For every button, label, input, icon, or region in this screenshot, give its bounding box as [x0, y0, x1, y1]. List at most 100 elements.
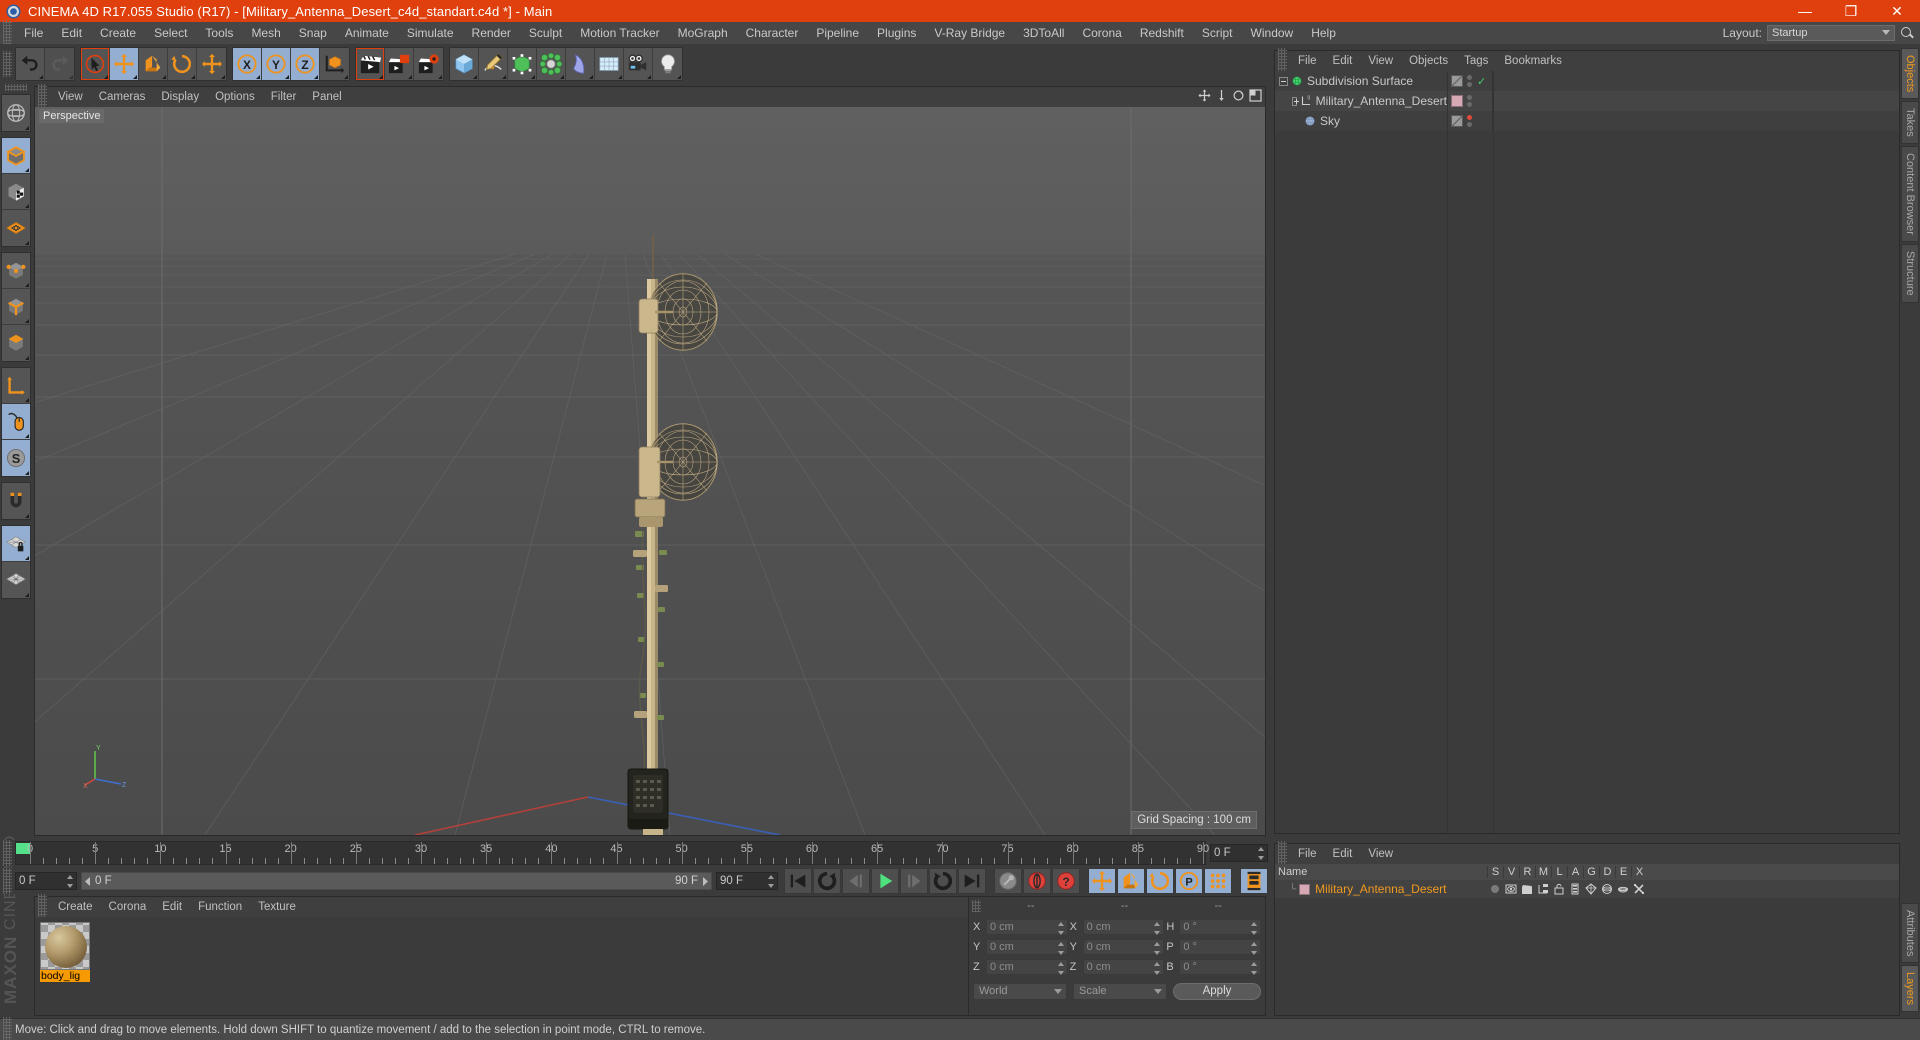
menu-item-3dtoall[interactable]: 3DToAll [1014, 22, 1073, 44]
coordinate-size-y-field[interactable]: 0 cm [1082, 939, 1165, 955]
spinner-icon[interactable] [1251, 922, 1258, 935]
viewport-canvas[interactable]: Perspective Grid Spacing: 100 cm Y X Z [35, 107, 1265, 835]
menu-item-view[interactable]: View [1360, 51, 1401, 71]
go-to-start-button[interactable] [784, 868, 812, 894]
workplane-button[interactable] [2, 562, 30, 598]
scene-environment-button[interactable] [595, 48, 624, 80]
xpresso-x-icon[interactable] [1631, 883, 1647, 895]
menu-item-snap[interactable]: Snap [290, 22, 336, 44]
apply-button[interactable]: Apply [1173, 982, 1261, 1000]
menu-item-mesh[interactable]: Mesh [242, 22, 289, 44]
object-row[interactable]: Subdivision Surface ✓ [1275, 71, 1899, 91]
rail-tab-structure[interactable]: Structure [1901, 243, 1919, 303]
render-settings[interactable] [414, 48, 443, 80]
autokey-button[interactable] [994, 868, 1022, 894]
search-icon[interactable] [1900, 26, 1914, 40]
menu-item-create[interactable]: Create [91, 22, 145, 44]
spinner-icon[interactable] [1154, 962, 1161, 975]
object-tag[interactable] [1451, 75, 1463, 87]
layers-column-e[interactable]: E [1615, 866, 1631, 878]
lock-y-axis[interactable]: Y [262, 48, 291, 80]
spinner-icon[interactable] [1057, 962, 1065, 975]
menu-item-help[interactable]: Help [1302, 22, 1345, 44]
spinner-icon[interactable] [1251, 942, 1258, 955]
menu-item-tags[interactable]: Tags [1456, 51, 1496, 71]
object-dots[interactable] [1466, 115, 1472, 127]
coordinates-grip[interactable] [972, 900, 981, 912]
polygons-mode-button[interactable] [2, 325, 30, 361]
menu-item-window[interactable]: Window [1242, 22, 1303, 44]
deformers-button[interactable] [566, 48, 595, 80]
menu-item-objects[interactable]: Objects [1401, 51, 1456, 71]
layers-column-d[interactable]: D [1599, 866, 1615, 878]
toolbar-grip-handle[interactable] [3, 51, 12, 77]
coordinate-rotation-b-field[interactable]: 0 ° [1179, 959, 1262, 975]
menu-item-display[interactable]: Display [153, 87, 207, 107]
range-right-arrow-icon[interactable] [701, 876, 709, 886]
menu-item-mograph[interactable]: MoGraph [669, 22, 737, 44]
keyframe-selection-button[interactable]: ? [1052, 868, 1080, 894]
menu-item-corona[interactable]: Corona [101, 897, 155, 917]
menu-item-edit[interactable]: Edit [1325, 51, 1361, 71]
menu-item-function[interactable]: Function [190, 897, 250, 917]
mograph-button[interactable] [537, 48, 566, 80]
menu-item-bookmarks[interactable]: Bookmarks [1496, 51, 1570, 71]
coordinate-system-select[interactable]: World [973, 982, 1067, 1000]
range-left-arrow-icon[interactable] [84, 876, 92, 886]
lock-open-icon[interactable] [1551, 883, 1567, 895]
record-position-button[interactable] [1088, 868, 1116, 894]
undo-button[interactable] [16, 48, 45, 80]
go-to-end-button[interactable] [958, 868, 986, 894]
menu-item-edit[interactable]: Edit [52, 22, 91, 44]
move-tool[interactable] [110, 48, 139, 80]
spinner-icon[interactable] [1154, 942, 1161, 955]
timeline-ruler[interactable]: 051015202530354045505560657075808590 [15, 841, 1209, 865]
coordinate-rotation-p-field[interactable]: 0 ° [1179, 939, 1262, 955]
enabled-check-icon[interactable]: ✓ [1477, 75, 1486, 88]
menu-item-simulate[interactable]: Simulate [398, 22, 463, 44]
layers-column-g[interactable]: G [1583, 866, 1599, 878]
model-mode-button[interactable] [2, 138, 30, 174]
record-pla-button[interactable]: P [1175, 868, 1203, 894]
coordinate-size-x-field[interactable]: 0 cm [1082, 919, 1165, 935]
layers-column-a[interactable]: A [1567, 866, 1583, 878]
object-axis-button[interactable] [2, 368, 30, 404]
redo-button[interactable] [45, 48, 74, 80]
spline-pen-button[interactable] [479, 48, 508, 80]
menu-item-edit[interactable]: Edit [1325, 844, 1361, 864]
render-view-button[interactable] [356, 48, 385, 80]
menu-item-corona[interactable]: Corona [1073, 22, 1130, 44]
transport-grip-handle[interactable] [3, 868, 12, 894]
pan-icon[interactable] [1198, 89, 1211, 102]
viewport-solo-button[interactable] [2, 404, 30, 440]
layer-row[interactable]: └ Military_Antenna_Desert [1275, 880, 1899, 898]
expand-expander[interactable] [1292, 96, 1299, 106]
collapse-expander[interactable] [1279, 76, 1288, 86]
menu-grip-handle[interactable] [3, 20, 12, 46]
layer-color-swatch[interactable] [1299, 883, 1311, 895]
max-frame-field[interactable]: 90 F [716, 872, 778, 890]
rail-tab-layers[interactable]: Layers [1901, 964, 1919, 1012]
coordinate-mode-select[interactable]: Scale [1073, 982, 1167, 1000]
solo-dot-icon[interactable] [1487, 883, 1503, 895]
rail-tab-content-browser[interactable]: Content Browser [1901, 146, 1919, 242]
rail-tab-attributes[interactable]: Attributes [1901, 902, 1919, 963]
menu-item-tools[interactable]: Tools [196, 22, 242, 44]
enable-snapping-button[interactable] [2, 483, 30, 519]
play-button[interactable] [871, 868, 899, 894]
layers-column-l[interactable]: L [1551, 866, 1567, 878]
menu-item-file[interactable]: File [1290, 844, 1325, 864]
layers-column-s[interactable]: S [1487, 866, 1503, 878]
coordinate-size-z-field[interactable]: 0 cm [1082, 959, 1165, 975]
play-backwards-loop-button[interactable] [813, 868, 841, 894]
record-scale-button[interactable] [1117, 868, 1145, 894]
light-button[interactable] [653, 48, 682, 80]
world-object-coord[interactable] [320, 48, 349, 80]
lock-x-axis[interactable]: X [233, 48, 262, 80]
move-duplicate-tool[interactable] [197, 48, 226, 80]
maximize-viewport-icon[interactable] [1249, 89, 1262, 102]
record-rotation-button[interactable] [1146, 868, 1174, 894]
edges-mode-button[interactable] [2, 289, 30, 325]
previous-frame-button[interactable] [842, 868, 870, 894]
render-to-picture-viewer[interactable] [385, 48, 414, 80]
